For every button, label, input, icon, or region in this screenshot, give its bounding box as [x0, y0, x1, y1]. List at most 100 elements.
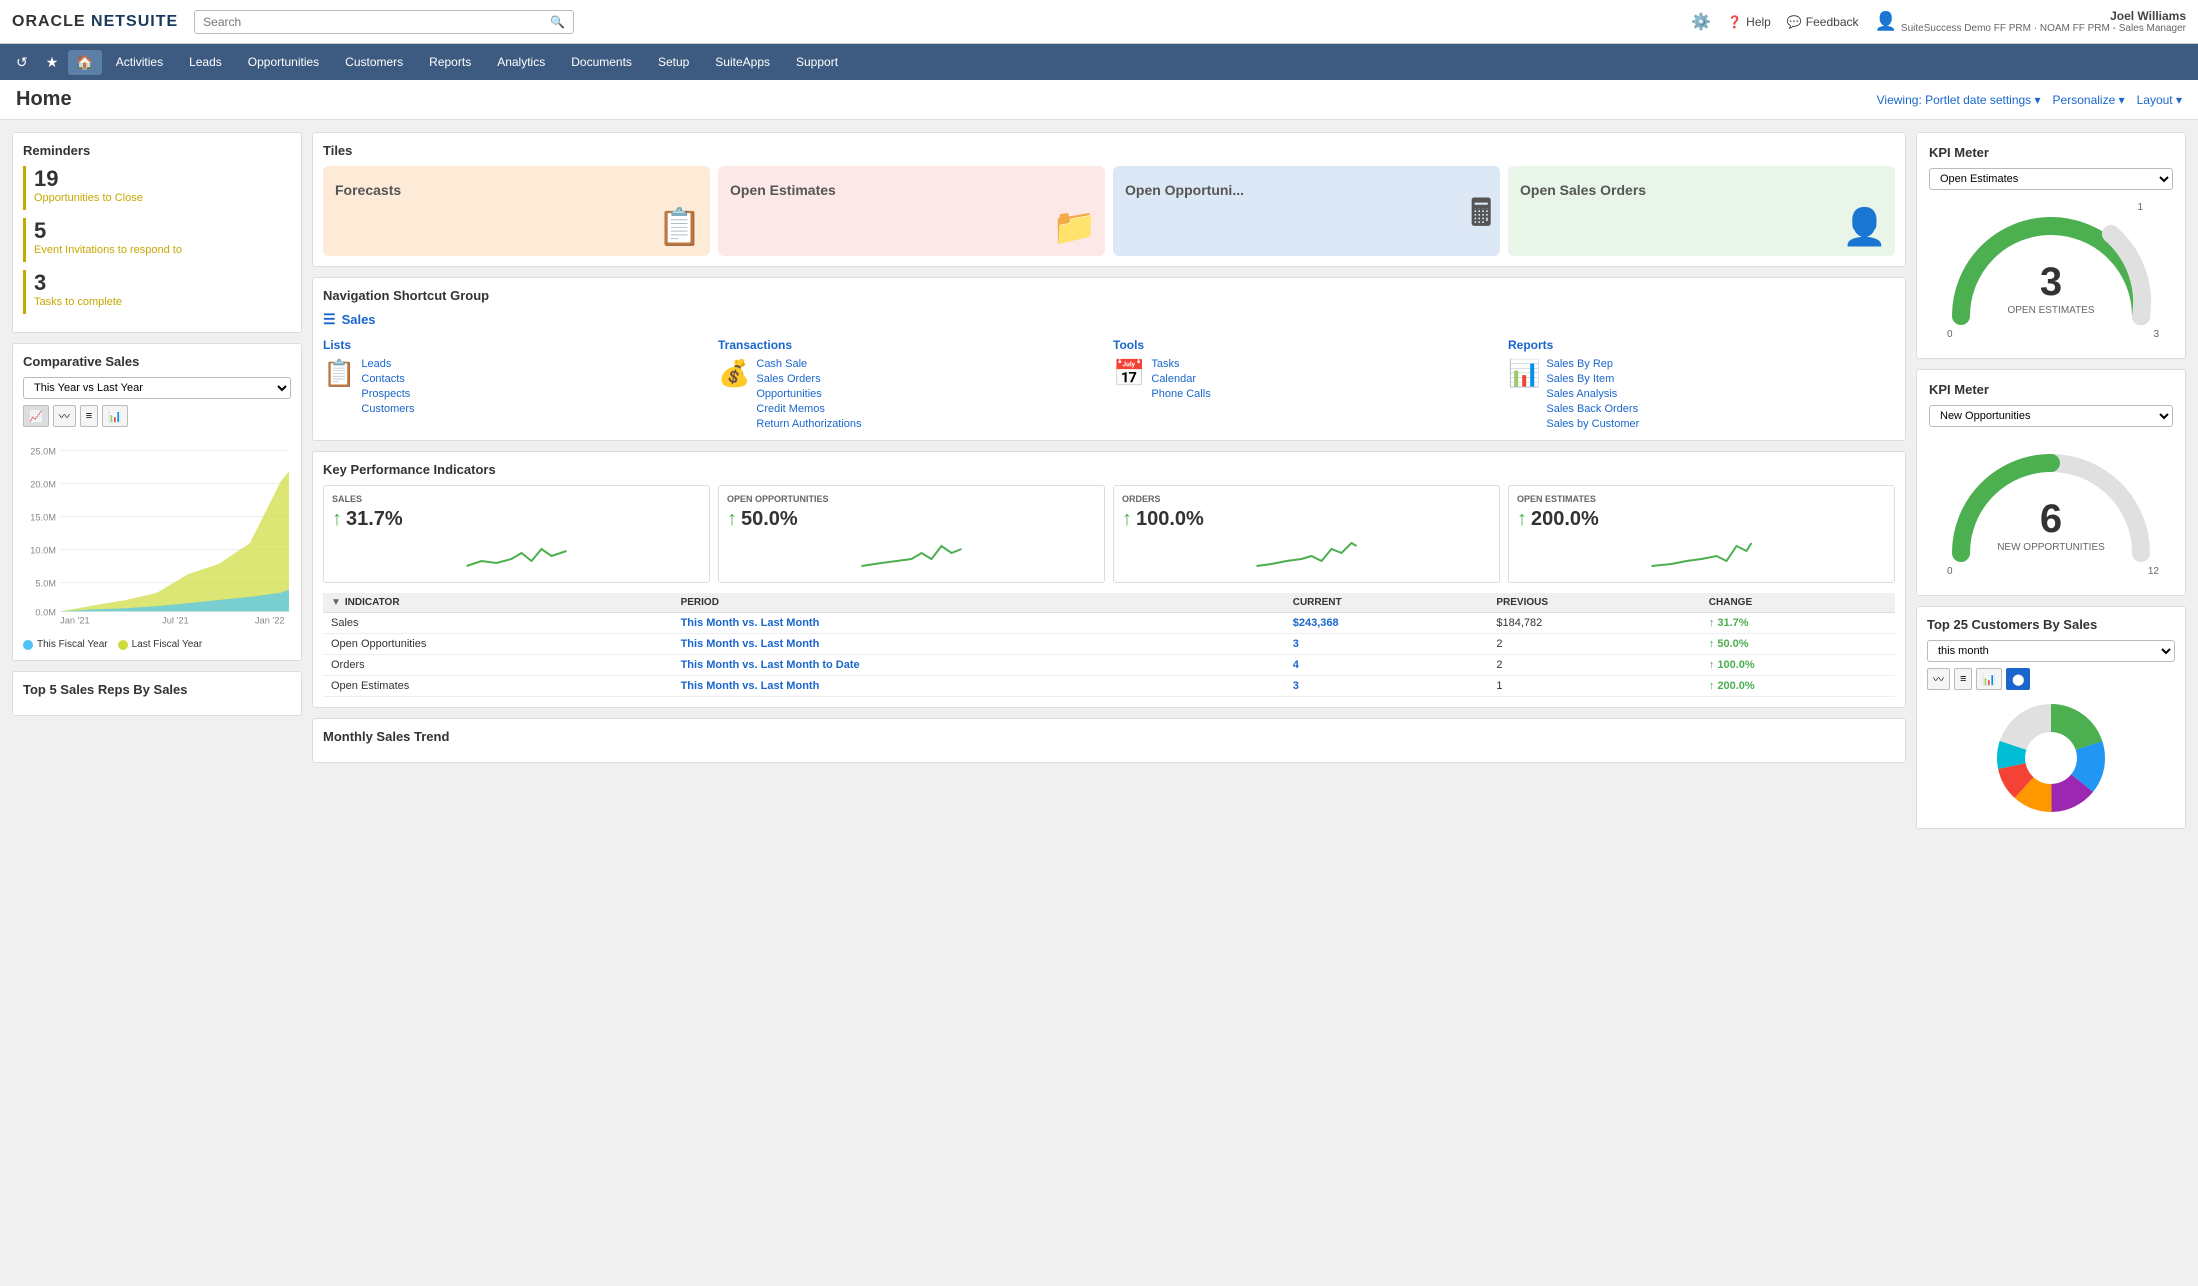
favorites-icon-btn[interactable]: ★ [38, 50, 67, 75]
kpi-row2-period[interactable]: This Month vs. Last Month to Date [673, 655, 1285, 676]
tile-open-sales-orders[interactable]: Open Sales Orders 👤 [1508, 166, 1895, 256]
kpi-row0-period[interactable]: This Month vs. Last Month [673, 613, 1285, 634]
nav-shortcut-title: Navigation Shortcut Group [323, 288, 1895, 303]
tile-open-opportunities[interactable]: Open Opportuni... 🖩 [1113, 166, 1500, 256]
kpi-row1-indicator: Open Opportunities [323, 634, 673, 655]
page-title: Home [16, 88, 72, 111]
top-customers-select[interactable]: this month [1927, 640, 2175, 662]
main-layout: Reminders 19 Opportunities to Close 5 Ev… [0, 120, 2198, 841]
kpi-row2-change: ↑ 100.0% [1701, 655, 1895, 676]
kpi-row3-period[interactable]: This Month vs. Last Month [673, 676, 1285, 697]
nav-setup[interactable]: Setup [646, 49, 701, 75]
tc-chart-donut-btn[interactable]: ⬤ [2006, 668, 2030, 690]
legend-this-year: This Fiscal Year [23, 639, 108, 650]
personalize-button[interactable]: Personalize ▾ [2053, 93, 2125, 107]
tc-chart-bar-btn[interactable]: 📊 [1976, 668, 2002, 690]
tile-open-estimates[interactable]: Open Estimates 📁 [718, 166, 1105, 256]
reminder-label-0[interactable]: Opportunities to Close [34, 192, 143, 204]
table-row: Open Estimates This Month vs. Last Month… [323, 676, 1895, 697]
kpi-card-open-opp: OPEN OPPORTUNITIES ↑ 50.0% [718, 485, 1105, 583]
link-leads[interactable]: Leads [361, 358, 414, 370]
tc-chart-list-btn[interactable]: ≡ [1954, 668, 1972, 690]
kpi-row3-current: 3 [1285, 676, 1489, 697]
chart-list-btn[interactable]: ≡ [80, 405, 98, 427]
feedback-button[interactable]: 💬 Feedback [1787, 15, 1859, 29]
kpi-th-current: CURRENT [1285, 593, 1489, 613]
nav-reports[interactable]: Reports [417, 49, 483, 75]
kpi-value-open-opp: ↑ 50.0% [727, 508, 1096, 531]
kpi-label-sales: SALES [332, 494, 701, 504]
link-sales-by-rep[interactable]: Sales By Rep [1546, 358, 1639, 370]
history-icon-btn[interactable]: ↺ [8, 50, 36, 75]
shortcut-group-name[interactable]: Sales [342, 312, 376, 327]
kpi-row1-current: 3 [1285, 634, 1489, 655]
monthly-trend-title: Monthly Sales Trend [323, 729, 1895, 744]
kpi-arrow-open-opp: ↑ [727, 508, 737, 531]
oracle-text: ORACLE [12, 13, 86, 30]
shortcut-col-reports: Reports 📊 Sales By Rep Sales By Item Sal… [1508, 338, 1895, 430]
link-phone-calls[interactable]: Phone Calls [1151, 388, 1210, 400]
reminder-label-1[interactable]: Event Invitations to respond to [34, 244, 182, 256]
link-tasks[interactable]: Tasks [1151, 358, 1210, 370]
kpi-meter-2-tick-left: 0 [1947, 566, 1953, 577]
kpi-row1-period[interactable]: This Month vs. Last Month [673, 634, 1285, 655]
link-customers[interactable]: Customers [361, 403, 414, 415]
nav-opportunities[interactable]: Opportunities [236, 49, 331, 75]
nav-customers[interactable]: Customers [333, 49, 415, 75]
table-row: Sales This Month vs. Last Month $243,368… [323, 613, 1895, 634]
kpi-value-open-est: ↑ 200.0% [1517, 508, 1886, 531]
tile-forecasts[interactable]: Forecasts 📋 [323, 166, 710, 256]
help-button[interactable]: ❓ Help [1727, 15, 1771, 29]
kpi-label-orders: ORDERS [1122, 494, 1491, 504]
link-sales-back-orders[interactable]: Sales Back Orders [1546, 403, 1639, 415]
svg-text:Jul '21: Jul '21 [162, 616, 189, 626]
link-credit-memos[interactable]: Credit Memos [756, 403, 861, 415]
tc-chart-line-btn[interactable]: 〰 [1927, 668, 1950, 690]
link-cash-sale[interactable]: Cash Sale [756, 358, 861, 370]
link-opportunities-txn[interactable]: Opportunities [756, 388, 861, 400]
nav-leads[interactable]: Leads [177, 49, 234, 75]
link-calendar[interactable]: Calendar [1151, 373, 1210, 385]
nav-support[interactable]: Support [784, 49, 850, 75]
link-contacts[interactable]: Contacts [361, 373, 414, 385]
kpi-meter-2-label: NEW OPPORTUNITIES [1929, 542, 2173, 553]
search-icon[interactable]: 🔍 [550, 15, 565, 29]
link-return-auth[interactable]: Return Authorizations [756, 418, 861, 430]
tiles-card: Tiles Forecasts 📋 Open Estimates 📁 Open … [312, 132, 1906, 267]
viewing-portlet-settings[interactable]: Viewing: Portlet date settings ▾ [1877, 93, 2041, 107]
nav-suiteapps[interactable]: SuiteApps [703, 49, 782, 75]
home-icon-btn[interactable]: 🏠 [68, 50, 101, 75]
tile-estimates-label: Open Estimates [730, 182, 836, 198]
kpi-sparkline-sales [332, 531, 701, 571]
nav-activities[interactable]: Activities [104, 49, 175, 75]
chart-legend: This Fiscal Year Last Fiscal Year [23, 639, 291, 650]
chart-area-btn[interactable]: 📈 [23, 405, 49, 427]
kpi-card: Key Performance Indicators SALES ↑ 31.7%… [312, 451, 1906, 708]
center-column: Tiles Forecasts 📋 Open Estimates 📁 Open … [312, 132, 1906, 829]
search-bar[interactable]: 🔍 [194, 10, 574, 34]
link-sales-by-item[interactable]: Sales By Item [1546, 373, 1639, 385]
tile-estimates-icon: 📁 [1052, 206, 1097, 248]
nav-analytics[interactable]: Analytics [485, 49, 557, 75]
comparative-sales-select[interactable]: This Year vs Last Year [23, 377, 291, 399]
layout-button[interactable]: Layout ▾ [2137, 93, 2182, 107]
kpi-meter-2-select[interactable]: New Opportunities [1929, 405, 2173, 427]
user-menu[interactable]: 👤 Joel Williams SuiteSuccess Demo FF PRM… [1875, 9, 2187, 34]
reminder-item-2: 3 Tasks to complete [23, 270, 291, 314]
nav-documents[interactable]: Documents [559, 49, 644, 75]
reminder-label-2[interactable]: Tasks to complete [34, 296, 122, 308]
link-sales-by-customer[interactable]: Sales by Customer [1546, 418, 1639, 430]
settings-icon[interactable]: ⚙️ [1691, 12, 1711, 32]
link-prospects[interactable]: Prospects [361, 388, 414, 400]
nav-bar: ↺ ★ 🏠 Activities Leads Opportunities Cus… [0, 44, 2198, 80]
help-icon: ❓ [1727, 15, 1742, 29]
transactions-links: Cash Sale Sales Orders Opportunities Cre… [756, 358, 861, 430]
kpi-meter-1-select[interactable]: Open Estimates [1929, 168, 2173, 190]
search-input[interactable] [203, 15, 550, 29]
link-sales-analysis[interactable]: Sales Analysis [1546, 388, 1639, 400]
monthly-trend-card: Monthly Sales Trend [312, 718, 1906, 763]
chart-bar-btn[interactable]: 📊 [102, 405, 128, 427]
link-sales-orders[interactable]: Sales Orders [756, 373, 861, 385]
tile-forecasts-label: Forecasts [335, 182, 401, 198]
chart-line-btn[interactable]: 〰 [53, 405, 76, 427]
